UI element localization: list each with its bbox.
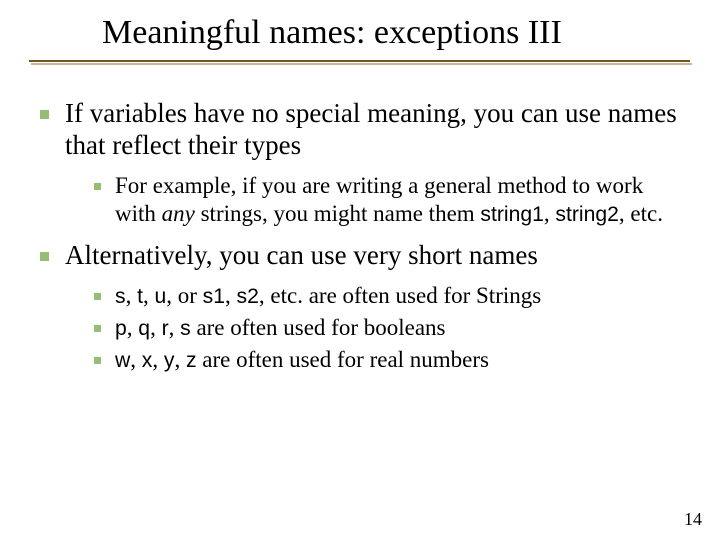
code-run: q (138, 317, 150, 340)
page-number: 14 (684, 509, 702, 530)
text-run: are often used for real numbers (197, 347, 490, 372)
square-bullet-icon (40, 110, 49, 119)
bullet-1: If variables have no special meaning, yo… (40, 98, 684, 228)
bullet-2-sub-2: p, q, r, s are often used for booleans (94, 314, 684, 342)
code-run: y (164, 349, 175, 372)
text-run: , (544, 201, 556, 226)
code-run: s (180, 317, 191, 340)
code-run: r (162, 317, 169, 340)
slide-body: If variables have no special meaning, yo… (40, 90, 684, 386)
square-bullet-icon (40, 252, 49, 261)
text-run: are often used for booleans (191, 315, 446, 340)
text-run: , (225, 283, 237, 308)
bullet-2-sublist: s, t, u, or s1, s2, etc. are often used … (94, 282, 684, 374)
bullet-2-sub-1-text: s, t, u, or s1, s2, etc. are often used … (115, 282, 541, 310)
text-run: , (152, 347, 164, 372)
text-run: , (130, 347, 142, 372)
text-run: strings, you might name them (195, 201, 481, 226)
code-run: string2 (555, 203, 619, 226)
bullet-1-text: If variables have no special meaning, yo… (65, 98, 684, 162)
square-bullet-icon (94, 183, 101, 190)
text-run: , (174, 347, 186, 372)
text-run: , etc. are often used for Strings (259, 283, 541, 308)
code-run: s1 (203, 285, 225, 308)
code-run: string1 (480, 203, 544, 226)
text-run: , or (166, 283, 202, 308)
bullet-2-sub-1: s, t, u, or s1, s2, etc. are often used … (94, 282, 684, 310)
slide: Meaningful names: exceptions III If vari… (0, 0, 720, 540)
square-bullet-icon (94, 357, 101, 364)
title-underline (29, 60, 690, 62)
bullet-2-sub-2-text: p, q, r, s are often used for booleans (115, 314, 446, 342)
text-run: , (169, 315, 181, 340)
square-bullet-icon (94, 293, 101, 300)
italic-run: any (162, 201, 195, 226)
code-run: x (142, 349, 153, 372)
title-underline-shadow (31, 63, 692, 65)
code-run: s (115, 285, 126, 308)
bullet-2: Alternatively, you can use very short na… (40, 240, 684, 374)
title-wrap: Meaningful names: exceptions III (102, 14, 690, 51)
bullet-1-sub-1-text: For example, if you are writing a genera… (115, 172, 684, 228)
code-run: u (154, 285, 166, 308)
text-run: , (127, 315, 139, 340)
bullet-2-text: Alternatively, you can use very short na… (65, 240, 538, 272)
text-run: , (143, 283, 155, 308)
bullet-1-sublist: For example, if you are writing a genera… (94, 172, 684, 228)
code-run: p (115, 317, 127, 340)
bullet-2-sub-3-text: w, x, y, z are often used for real numbe… (115, 346, 489, 374)
slide-title: Meaningful names: exceptions III (102, 14, 690, 51)
code-run: s2 (237, 285, 259, 308)
code-run: z (186, 349, 197, 372)
code-run: w (115, 349, 130, 372)
text-run: , (150, 315, 162, 340)
square-bullet-icon (94, 325, 101, 332)
text-run: , (126, 283, 138, 308)
bullet-2-sub-3: w, x, y, z are often used for real numbe… (94, 346, 684, 374)
bullet-1-sub-1: For example, if you are writing a genera… (94, 172, 684, 228)
text-run: , etc. (619, 201, 663, 226)
